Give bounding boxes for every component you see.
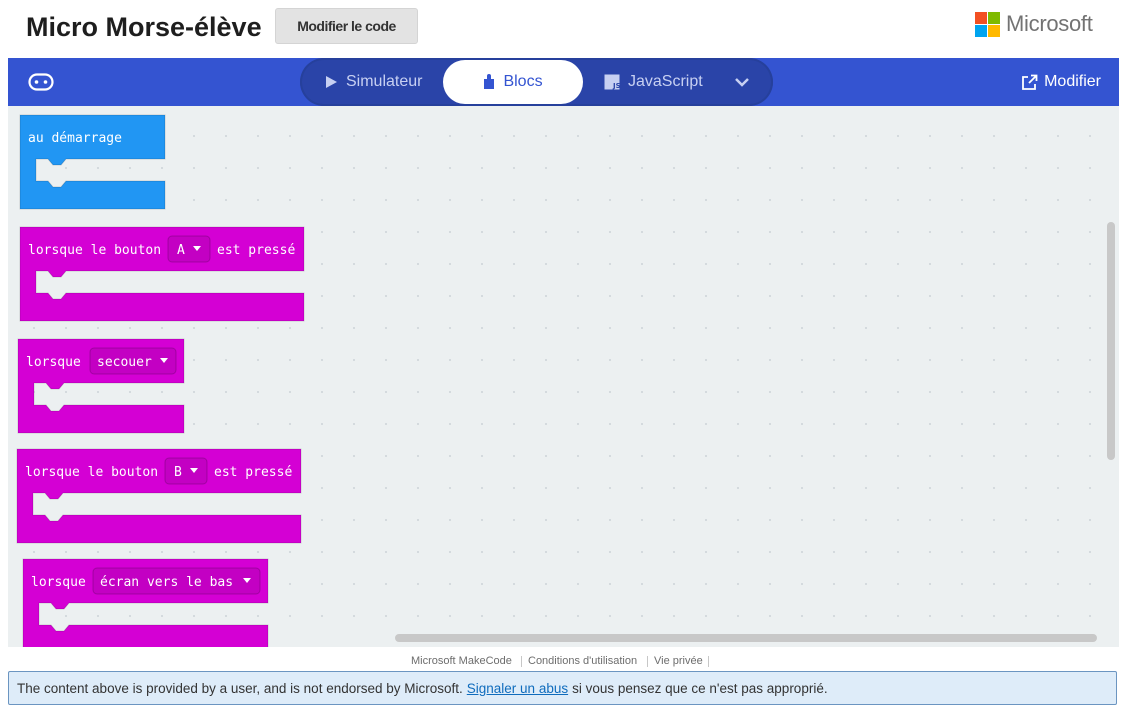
gesture-value: secouer	[97, 355, 152, 370]
button-b-dropdown[interactable]: B	[164, 457, 208, 485]
block-on-gesture-screen-down[interactable]: lorsque écran vers le bas	[22, 558, 269, 647]
block-button-b-label: lorsque le bouton	[25, 465, 158, 480]
blocks-canvas: au démarrage lorsque le bouton A est pre…	[16, 114, 305, 647]
editor-tabs: Simulateur Blocs JS JavaScript	[300, 58, 773, 106]
svg-text:JS: JS	[612, 82, 620, 90]
js-icon: JS	[604, 74, 620, 90]
page-title: Micro Morse-élève	[26, 12, 262, 42]
block-shake-label: lorsque	[26, 355, 81, 370]
block-button-a-suffix: est pressé	[217, 243, 295, 258]
gesture-value: écran vers le bas	[100, 575, 233, 590]
tab-javascript[interactable]: JS JavaScript	[604, 60, 703, 104]
button-b-value: B	[174, 465, 182, 480]
microsoft-wordmark: Microsoft	[1006, 11, 1093, 36]
block-button-a-label: lorsque le bouton	[28, 243, 161, 258]
puzzle-icon	[483, 74, 495, 90]
button-a-dropdown[interactable]: A	[167, 235, 211, 263]
block-on-start-shape	[19, 114, 166, 210]
microsoft-squares-icon	[975, 11, 1000, 37]
blocks-workspace[interactable]: au démarrage lorsque le bouton A est pre…	[8, 106, 1119, 647]
notice-text-after: si vous pensez que ce n'est pas appropri…	[572, 680, 828, 696]
user-content-notice: The content above is provided by a user,…	[8, 671, 1117, 705]
footer-links: Microsoft MakeCode Conditions d'utilisat…	[0, 648, 1130, 672]
tab-blocks[interactable]: Blocs	[443, 60, 583, 104]
play-icon	[324, 75, 338, 89]
footer-separator	[647, 656, 648, 667]
block-button-b-suffix: est pressé	[214, 465, 292, 480]
gesture-dropdown[interactable]: écran vers le bas	[92, 567, 261, 595]
block-on-start-label: au démarrage	[28, 131, 122, 146]
footer-separator	[521, 656, 522, 667]
report-abuse-link[interactable]: Signaler un abus	[467, 681, 568, 696]
block-on-start[interactable]: au démarrage	[19, 114, 166, 210]
block-button-a-shape	[19, 226, 305, 322]
chevron-down-icon[interactable]	[732, 72, 752, 92]
block-on-gesture-shake[interactable]: lorsque secouer	[17, 338, 185, 434]
block-button-b-pressed[interactable]: lorsque le bouton B est pressé	[16, 448, 302, 544]
footer-link-terms[interactable]: Conditions d'utilisation	[528, 655, 637, 667]
block-button-b-shape	[16, 448, 302, 544]
edit-code-button[interactable]: Modifier le code	[275, 8, 418, 44]
modify-label: Modifier	[1044, 73, 1101, 90]
block-button-a-pressed[interactable]: lorsque le bouton A est pressé	[19, 226, 305, 322]
microbit-device-icon[interactable]	[28, 73, 54, 91]
notice-text: The content above is provided by a user,…	[17, 680, 463, 696]
external-link-icon	[1021, 74, 1038, 91]
footer-separator	[708, 656, 709, 667]
footer-link-privacy[interactable]: Vie privée	[654, 655, 703, 667]
microsoft-logo[interactable]: Microsoft	[975, 11, 1093, 37]
gesture-dropdown[interactable]: secouer	[89, 347, 177, 375]
tab-simulator[interactable]: Simulateur	[324, 60, 422, 104]
editor-toolbar: Simulateur Blocs JS JavaScript Modifier	[8, 58, 1119, 106]
modify-button[interactable]: Modifier	[1021, 58, 1101, 106]
button-a-value: A	[177, 243, 185, 258]
footer-link-makecode[interactable]: Microsoft MakeCode	[411, 655, 512, 667]
tab-blocks-label: Blocs	[503, 73, 543, 90]
tab-javascript-label: JavaScript	[628, 73, 703, 90]
block-screen-down-label: lorsque	[31, 575, 86, 590]
vertical-scrollbar[interactable]	[1107, 222, 1115, 460]
tab-simulator-label: Simulateur	[346, 73, 423, 90]
horizontal-scrollbar[interactable]	[395, 634, 1097, 642]
